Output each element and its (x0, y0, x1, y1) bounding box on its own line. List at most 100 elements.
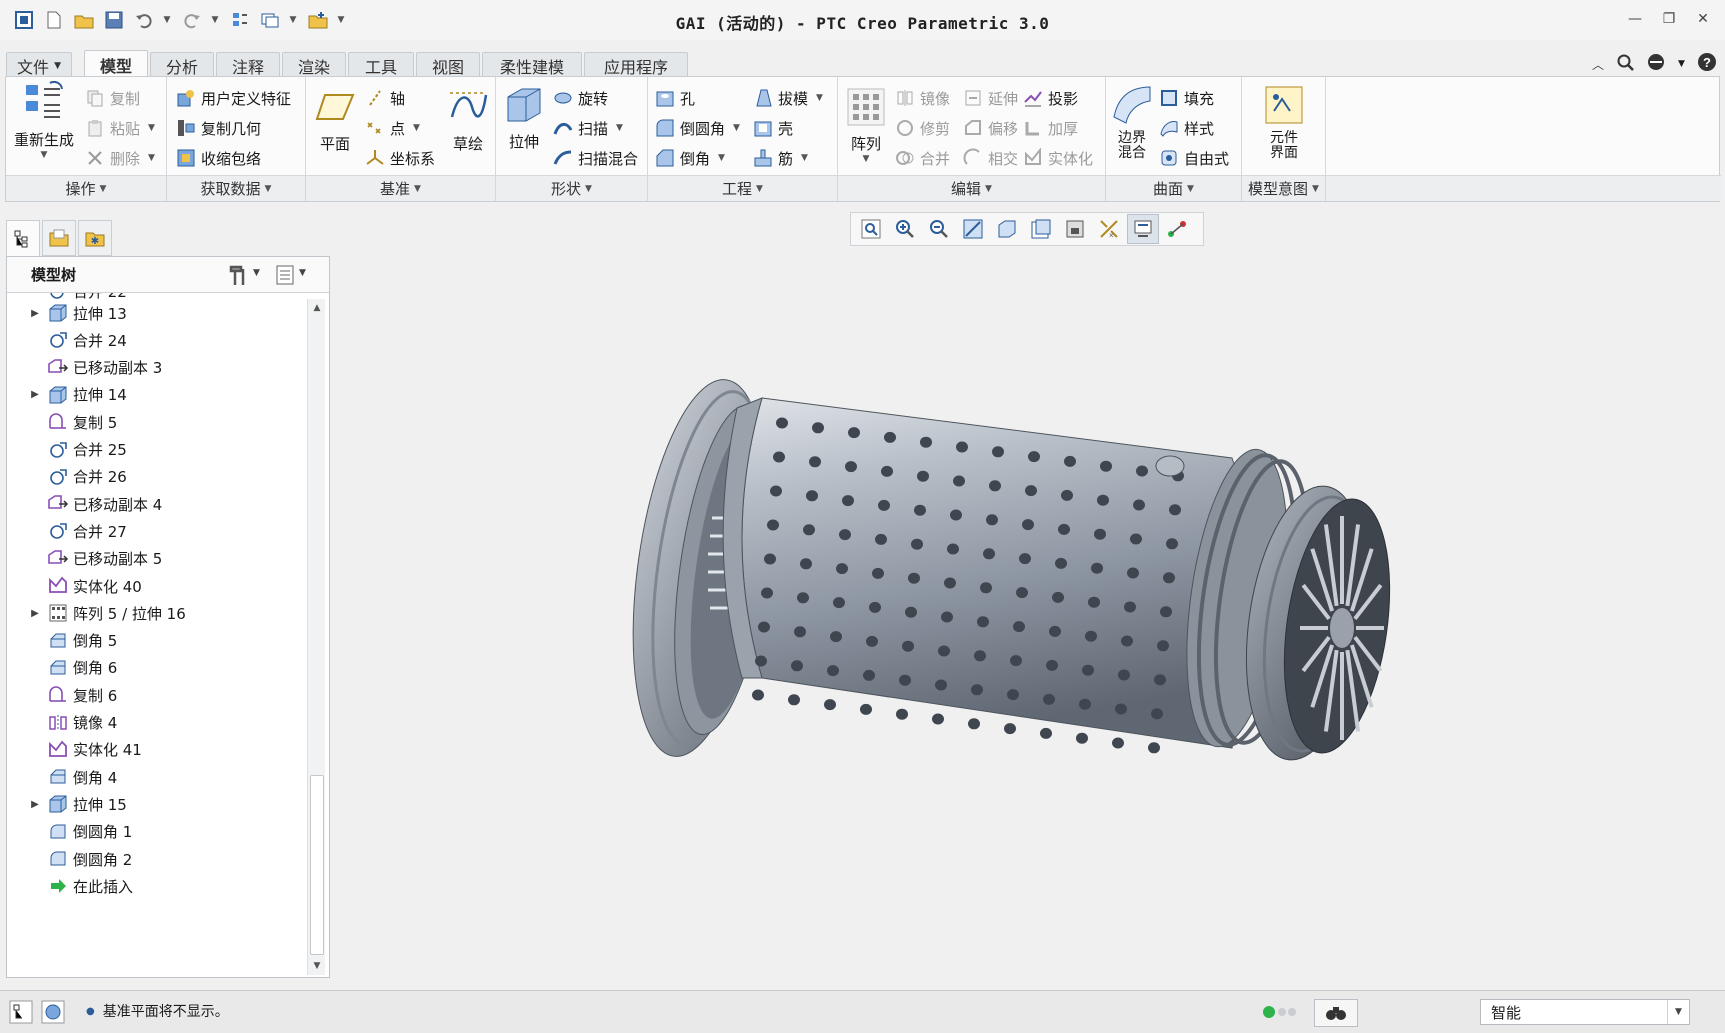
tree-item[interactable]: 合并 25 (7, 436, 127, 464)
tab-analysis[interactable]: 分析 (150, 52, 214, 78)
paste-button[interactable]: 粘贴 ▼ (84, 115, 155, 141)
minimize-icon[interactable]: — (1620, 8, 1650, 30)
copy-button[interactable]: 复制 (84, 85, 140, 111)
scroll-up-icon[interactable]: ▲ (308, 299, 326, 317)
help-icon[interactable]: ? (1697, 52, 1717, 76)
tab-model[interactable]: 模型 (84, 50, 148, 78)
tree-item[interactable]: 合并 27 (7, 517, 127, 545)
tab-tools[interactable]: 工具 (348, 52, 414, 78)
search-icon[interactable] (1616, 53, 1634, 75)
group-label-surfaces[interactable]: 曲面 ▼ (1106, 175, 1241, 201)
revolve-button[interactable]: 旋转 (552, 85, 608, 111)
expand-arrow-icon[interactable]: ▶ (27, 608, 43, 619)
shell-button[interactable]: 壳 (752, 115, 793, 141)
component-interface-button[interactable]: 元件界面 (1258, 83, 1310, 161)
tree-item[interactable]: 实体化 40 (7, 572, 142, 600)
tree-item[interactable]: 在此插入 (7, 872, 133, 900)
selection-filter-select[interactable]: 智能 ▼ (1480, 999, 1690, 1025)
tab-flexible-modeling[interactable]: 柔性建模 (482, 52, 582, 78)
saved-orientations-icon[interactable] (1025, 214, 1057, 244)
tree-item[interactable]: 复制 6 (7, 681, 117, 709)
display-style-icon[interactable] (991, 214, 1023, 244)
tree-item[interactable]: ▶ 拉伸 13 (7, 299, 127, 327)
tab-applications[interactable]: 应用程序 (584, 52, 688, 78)
tree-item[interactable]: 倒圆角 2 (7, 845, 132, 873)
merge-button[interactable]: 合并 (894, 145, 950, 171)
fill-button[interactable]: 填充 (1158, 85, 1214, 111)
freestyle-button[interactable]: 自由式 (1158, 145, 1229, 171)
group-label-model-intent[interactable]: 模型意图 ▼ (1242, 175, 1325, 201)
regenerate-button[interactable]: 重新生成 ▼ (12, 81, 76, 160)
model-render[interactable] (332, 248, 1720, 980)
minimize-ribbon-icon[interactable]: ︿ (1592, 56, 1604, 73)
expand-arrow-icon[interactable]: ▶ (27, 799, 43, 810)
point-button[interactable]: 点 ▼ (364, 115, 420, 141)
pattern-button[interactable]: 阵列 ▼ (842, 85, 890, 164)
tab-view[interactable]: 视图 (416, 52, 480, 78)
model-tree-tab-icon[interactable] (6, 220, 40, 256)
offset-button[interactable]: 偏移 (962, 115, 1018, 141)
tree-item[interactable]: 已移动副本 4 (7, 490, 162, 518)
round-button[interactable]: 倒圆角 ▼ (654, 115, 740, 141)
annotation-display-icon[interactable] (1161, 214, 1193, 244)
mirror-button[interactable]: 镜像 (894, 85, 950, 111)
tree-item[interactable]: ▶ 拉伸 14 (7, 381, 127, 409)
udf-button[interactable]: 用户定义特征 (175, 85, 291, 111)
tree-item[interactable]: 倒角 6 (7, 654, 117, 682)
graphics-window[interactable] (332, 248, 1720, 980)
hole-button[interactable]: 孔 (654, 85, 695, 111)
group-label-shapes[interactable]: 形状 ▼ (496, 175, 647, 201)
tab-file[interactable]: 文件 ▼ (6, 52, 72, 78)
community-dropdown-icon[interactable]: ▼ (1678, 59, 1685, 69)
tree-item[interactable]: 倒圆角 1 (7, 818, 132, 846)
sweep-button[interactable]: 扫描 ▼ (552, 115, 623, 141)
find-icon[interactable] (1314, 999, 1358, 1027)
spin-center-icon[interactable] (1127, 214, 1159, 244)
datum-display-filters-icon[interactable]: × (1093, 214, 1125, 244)
model-tree-scrollbar[interactable]: ▲ ▼ (307, 299, 325, 975)
tree-item[interactable]: 倒角 4 (7, 763, 117, 791)
delete-button[interactable]: 删除 ▼ (84, 145, 155, 171)
close-icon[interactable]: ✕ (1688, 8, 1718, 30)
scroll-thumb[interactable] (310, 775, 324, 955)
copy-geometry-button[interactable]: 复制几何 (175, 115, 261, 141)
expand-arrow-icon[interactable]: ▶ (27, 308, 43, 319)
tree-item[interactable]: 合并 24 (7, 326, 127, 354)
repaint-icon[interactable] (957, 214, 989, 244)
folder-browser-tab-icon[interactable] (42, 220, 76, 256)
restore-icon[interactable]: ❐ (1654, 8, 1684, 30)
tab-render[interactable]: 渲染 (282, 52, 346, 78)
toggle-browser-icon[interactable] (40, 999, 66, 1029)
extrude-button[interactable]: 拉伸 (500, 83, 548, 152)
tree-item[interactable]: 已移动副本 3 (7, 354, 162, 382)
tree-item[interactable]: 镜像 4 (7, 709, 117, 737)
tree-settings-icon[interactable] (227, 263, 251, 291)
shrinkwrap-button[interactable]: 收缩包络 (175, 145, 261, 171)
scroll-down-icon[interactable]: ▼ (308, 957, 326, 975)
expand-arrow-icon[interactable]: ▶ (27, 389, 43, 400)
tree-item[interactable]: ▶ 阵列 5 / 拉伸 16 (7, 599, 186, 627)
csys-button[interactable]: 坐标系 (364, 145, 435, 171)
group-label-editing[interactable]: 编辑 ▼ (838, 175, 1105, 201)
thicken-button[interactable]: 加厚 (1022, 115, 1078, 141)
axis-button[interactable]: 轴 (364, 85, 405, 111)
swept-blend-button[interactable]: 扫描混合 (552, 145, 638, 171)
view-manager-icon[interactable] (1059, 214, 1091, 244)
intersect-button[interactable]: 相交 (962, 145, 1018, 171)
trim-button[interactable]: 修剪 (894, 115, 950, 141)
community-icon[interactable] (1646, 52, 1666, 76)
project-button[interactable]: 投影 (1022, 85, 1078, 111)
tab-annotate[interactable]: 注释 (216, 52, 280, 78)
toggle-navigator-icon[interactable] (8, 999, 34, 1029)
tree-item[interactable]: ▶ 拉伸 15 (7, 790, 127, 818)
tree-show-icon[interactable] (275, 264, 295, 290)
plane-button[interactable]: 平面 (312, 85, 358, 154)
tree-item[interactable]: 复制 5 (7, 408, 117, 436)
extend-button[interactable]: 延伸 (962, 85, 1018, 111)
favorites-tab-icon[interactable]: ✱ (78, 220, 112, 256)
tree-item[interactable]: 倒角 5 (7, 627, 117, 655)
rib-button[interactable]: 筋 ▼ (752, 145, 808, 171)
solidify-button[interactable]: 实体化 (1022, 145, 1093, 171)
chevron-down-icon[interactable]: ▼ (1667, 1000, 1689, 1024)
boundary-blend-button[interactable]: 边界混合 (1108, 83, 1156, 161)
